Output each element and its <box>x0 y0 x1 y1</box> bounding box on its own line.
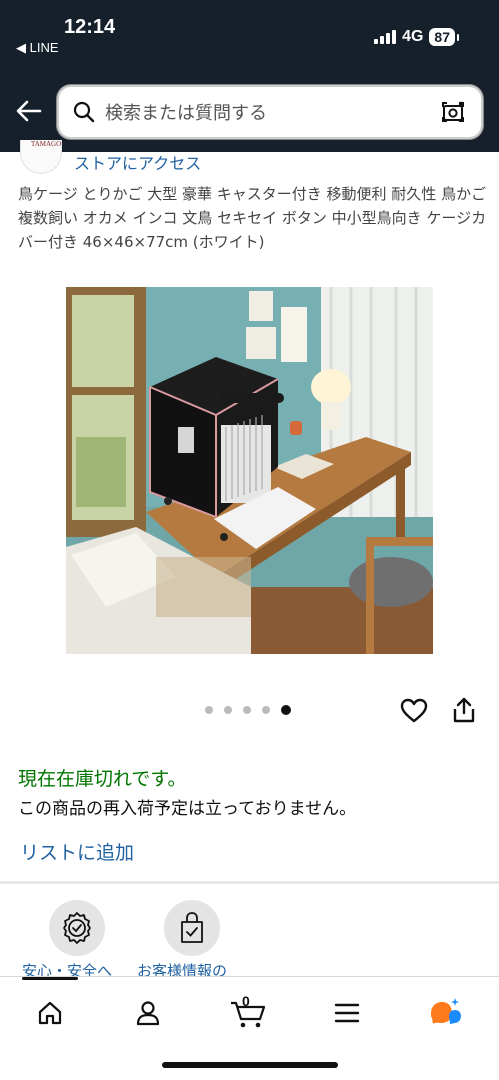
signal-icon <box>374 30 397 44</box>
image-carousel-dots[interactable] <box>205 705 291 715</box>
carousel-dot[interactable] <box>243 706 251 714</box>
app-header: 12:14 ◀ LINE 4G 87 検索または質問する <box>0 0 499 152</box>
person-icon <box>136 1001 160 1026</box>
cart-count: 0 <box>242 993 250 1009</box>
carousel-dot[interactable] <box>205 706 213 714</box>
back-to-line-link[interactable]: ◀ LINE <box>16 40 59 56</box>
shopping-bag-check-icon <box>181 912 203 943</box>
customer-info-button[interactable] <box>164 900 220 956</box>
home-active-indicator <box>22 977 78 980</box>
add-to-list-link[interactable]: リストに追加 <box>20 838 134 865</box>
search-input[interactable]: 検索または質問する <box>105 99 439 125</box>
share-icon[interactable] <box>451 696 477 724</box>
nav-cart[interactable]: 0 <box>226 993 272 1033</box>
section-divider <box>0 881 499 884</box>
status-time: 12:14 <box>64 16 116 38</box>
home-indicator-bar[interactable] <box>162 1062 338 1068</box>
shield-check-icon <box>63 912 91 944</box>
store-logo-text: TAMAGO <box>31 140 62 148</box>
status-indicators: 4G 87 <box>374 28 459 46</box>
visit-store-link[interactable]: ストアにアクセス <box>74 150 201 174</box>
carousel-dot[interactable] <box>262 706 270 714</box>
home-icon <box>38 1001 62 1025</box>
product-title: 鳥ケージ とりかご 大型 豪華 キャスター付き 移動便利 耐久性 鳥かご 複数飼… <box>18 185 487 251</box>
heart-icon[interactable] <box>400 697 428 725</box>
nav-rufus[interactable] <box>425 993 465 1033</box>
nav-account[interactable] <box>128 993 168 1033</box>
hamburger-icon <box>334 1003 360 1023</box>
network-type: 4G <box>402 28 424 45</box>
product-photo-illustration <box>66 287 433 654</box>
battery-icon: 87 <box>429 28 459 46</box>
availability-status: 現在在庫切れです。 <box>18 768 187 790</box>
nav-home[interactable] <box>30 993 70 1033</box>
safety-shield-button[interactable] <box>49 900 105 956</box>
restock-note: この商品の再入荷予定は立っておりません。 <box>18 799 357 819</box>
carousel-dot[interactable] <box>281 705 291 715</box>
rufus-icon <box>431 998 461 1024</box>
battery-level: 87 <box>434 29 450 45</box>
store-logo[interactable]: TAMAGO <box>20 140 62 174</box>
search-bar[interactable]: 検索または質問する <box>57 85 483 139</box>
search-icon <box>73 101 95 123</box>
carousel-dot[interactable] <box>224 706 232 714</box>
nav-menu[interactable] <box>327 993 367 1033</box>
product-image[interactable] <box>66 287 433 654</box>
camera-search-icon[interactable] <box>439 98 467 126</box>
back-arrow-icon[interactable] <box>14 96 44 126</box>
